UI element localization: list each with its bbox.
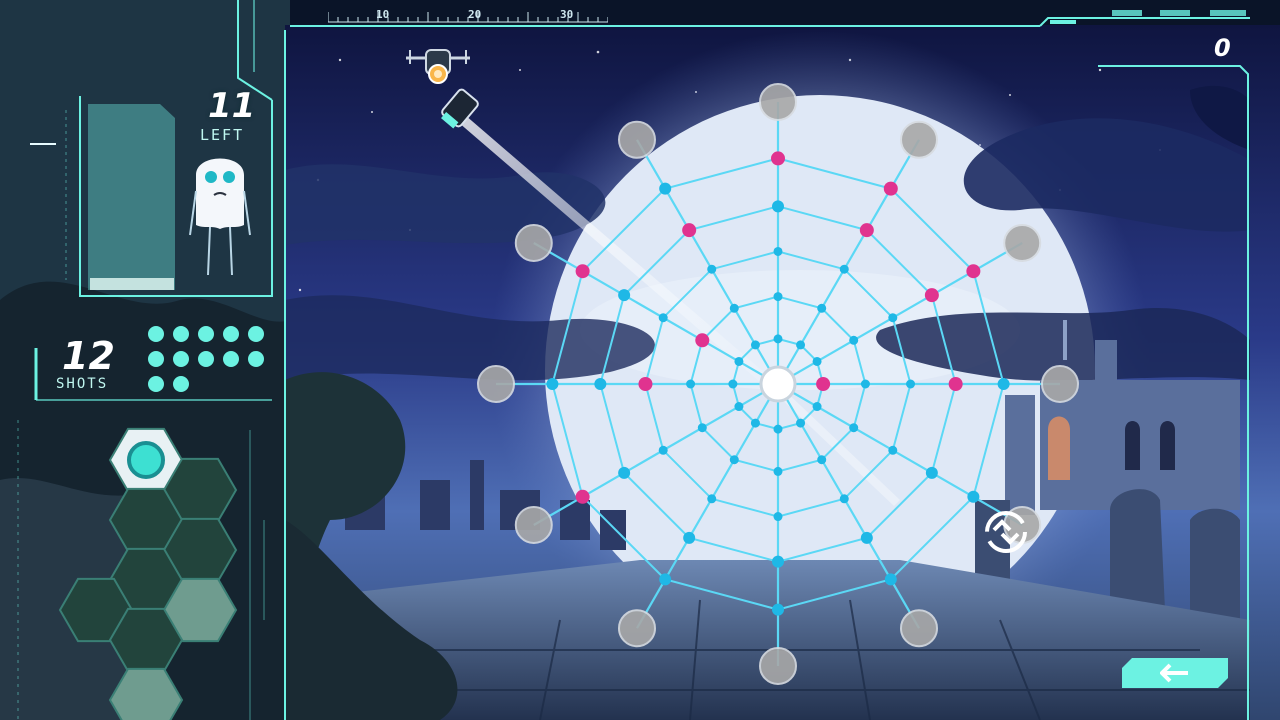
web-node	[773, 424, 783, 434]
web-node	[906, 379, 916, 389]
targets-left-label: LEFT	[200, 126, 245, 144]
web-node	[888, 313, 898, 323]
ruler-mark-20: 20	[468, 8, 482, 21]
web-node	[888, 445, 898, 455]
web-node	[707, 494, 717, 504]
target-node[interactable]	[948, 377, 963, 391]
score-value: 0	[1214, 34, 1231, 62]
web-node	[618, 289, 631, 302]
web-node	[546, 378, 559, 390]
target-node[interactable]	[771, 151, 785, 166]
web-node	[683, 531, 696, 544]
target-node[interactable]	[682, 223, 697, 238]
web-node	[728, 379, 738, 389]
shot-pip	[148, 376, 164, 392]
web-node	[773, 334, 783, 344]
shot-pip	[173, 326, 189, 342]
web-node	[659, 573, 672, 586]
web-node	[772, 603, 784, 616]
web-node	[734, 402, 744, 412]
web-node	[817, 303, 827, 313]
target-node[interactable]	[966, 264, 981, 279]
web-node	[750, 340, 760, 350]
web-node	[812, 402, 822, 412]
web-node	[707, 264, 717, 274]
shot-pip	[198, 351, 214, 367]
web-node	[839, 264, 849, 274]
web-node	[729, 455, 739, 465]
web-node	[697, 423, 707, 433]
web-anchor[interactable]	[618, 120, 656, 159]
web-anchor[interactable]	[1041, 365, 1079, 403]
web-node	[773, 512, 783, 522]
shots-count: 12	[62, 334, 115, 378]
shot-pip	[173, 376, 189, 392]
shots-label: SHOTS	[56, 376, 109, 392]
back-button[interactable]	[1122, 658, 1228, 688]
ruler-scale: 10 20 30	[328, 4, 608, 24]
game-scene	[0, 0, 1280, 720]
shot-pip	[248, 326, 264, 342]
web-node	[729, 303, 739, 313]
web-node	[750, 418, 760, 428]
ruler-mark-30: 30	[560, 8, 574, 21]
web-node	[618, 466, 631, 479]
web-node	[658, 445, 668, 455]
web-anchor[interactable]	[1003, 224, 1042, 262]
return-arrow-icon	[1160, 663, 1190, 683]
web-node	[772, 555, 784, 568]
web-node	[796, 418, 806, 428]
web-anchor[interactable]	[514, 224, 553, 262]
target-node[interactable]	[695, 333, 710, 348]
web-node	[773, 246, 783, 256]
web-anchor[interactable]	[618, 609, 656, 648]
web-anchor[interactable]	[759, 83, 797, 121]
web-anchor[interactable]	[759, 647, 797, 685]
target-node[interactable]	[859, 223, 874, 238]
web-node	[860, 379, 870, 389]
target-node[interactable]	[883, 181, 898, 196]
targets-left-count: 11	[208, 86, 256, 126]
web-anchor[interactable]	[900, 120, 938, 159]
web-node	[594, 378, 607, 390]
web-node	[812, 356, 822, 366]
web-node	[772, 200, 784, 213]
web-node	[997, 378, 1010, 390]
web-node	[773, 466, 783, 476]
web-node	[849, 335, 859, 345]
shot-pip	[148, 326, 164, 342]
target-node[interactable]	[575, 264, 590, 279]
selected-ammo-icon	[127, 441, 165, 479]
web-node	[658, 313, 668, 323]
shot-pip	[198, 326, 214, 342]
web-node	[659, 182, 672, 195]
shot-pip	[223, 326, 239, 342]
target-node[interactable]	[575, 489, 590, 504]
target-node[interactable]	[638, 377, 653, 391]
web-node	[884, 573, 897, 586]
ruler-mark-10: 10	[376, 8, 390, 21]
shot-pip	[223, 351, 239, 367]
web-node	[860, 531, 873, 544]
shot-pip	[148, 351, 164, 367]
web-node	[967, 490, 980, 503]
web-node	[849, 423, 859, 433]
web-node	[839, 494, 849, 504]
web-node	[817, 455, 827, 465]
shot-pip	[173, 351, 189, 367]
shot-pip	[248, 351, 264, 367]
target-node[interactable]	[816, 377, 831, 391]
web-anchor[interactable]	[477, 365, 515, 403]
web-anchor[interactable]	[900, 609, 938, 648]
web-anchor[interactable]	[514, 506, 553, 544]
web-node	[773, 292, 783, 302]
web-node	[925, 466, 938, 479]
web-node	[734, 356, 744, 366]
web-node	[686, 379, 696, 389]
target-node[interactable]	[924, 288, 939, 303]
web-node	[796, 340, 806, 350]
web-center[interactable]	[759, 365, 797, 403]
